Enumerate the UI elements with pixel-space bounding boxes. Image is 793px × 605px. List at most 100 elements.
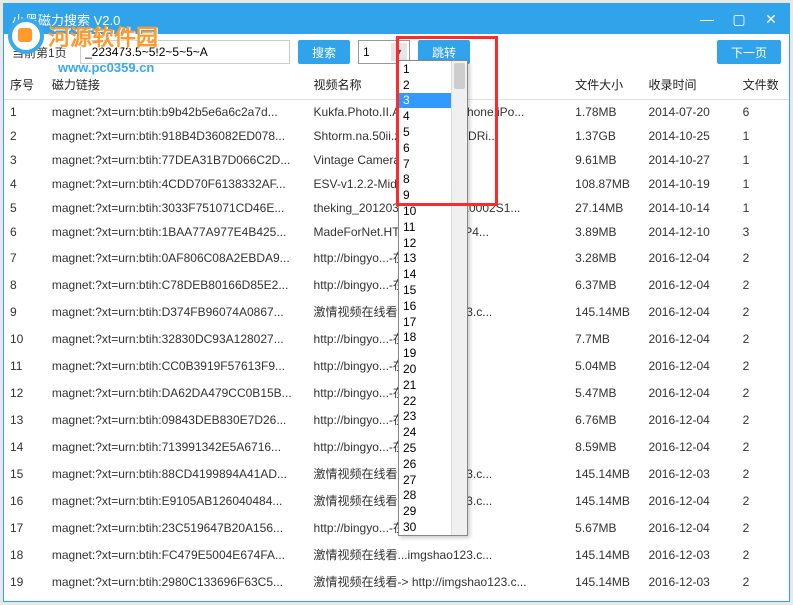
cell-date: 2016-12-04 xyxy=(642,244,736,271)
cell-magnet: magnet:?xt=urn:btih:A114F071DC751B08... xyxy=(46,595,308,601)
cell-magnet: magnet:?xt=urn:btih:918B4D36082ED078... xyxy=(46,124,308,148)
cell-magnet: magnet:?xt=urn:btih:DA62DA479CC0B15B... xyxy=(46,379,308,406)
cell-idx: 20 xyxy=(4,595,46,601)
table-row[interactable]: 20magnet:?xt=urn:btih:A114F071DC751B08..… xyxy=(4,595,789,601)
cell-date: 2016-12-04 xyxy=(642,298,736,325)
cell-size: 5.67MB xyxy=(569,514,642,541)
cell-date: 2016-12-04 xyxy=(642,514,736,541)
cell-files: 6 xyxy=(737,100,789,125)
cell-size: 7.7MB xyxy=(569,325,642,352)
cell-size: 753KB xyxy=(569,595,642,601)
cell-idx: 5 xyxy=(4,196,46,220)
cell-files: 2 xyxy=(737,298,789,325)
cell-magnet: magnet:?xt=urn:btih:FC479E5004E674FA... xyxy=(46,541,308,568)
col-header-date[interactable]: 收录时间 xyxy=(642,70,736,100)
next-page-button[interactable]: 下一页 xyxy=(717,40,781,64)
table-row[interactable]: 19magnet:?xt=urn:btih:2980C133696F63C5..… xyxy=(4,568,789,595)
table-row[interactable]: 8magnet:?xt=urn:btih:C78DEB80166D85E2...… xyxy=(4,271,789,298)
close-button[interactable]: ✕ xyxy=(761,9,781,29)
cell-idx: 19 xyxy=(4,568,46,595)
cell-idx: 13 xyxy=(4,406,46,433)
cell-size: 5.04MB xyxy=(569,352,642,379)
cell-size: 6.76MB xyxy=(569,406,642,433)
table-row[interactable]: 6magnet:?xt=urn:btih:1BAA77A977E4B425...… xyxy=(4,220,789,244)
results-table-wrap: 序号 磁力链接 视频名称 文件大小 收录时间 文件数 1magnet:?xt=u… xyxy=(4,70,789,601)
search-input[interactable] xyxy=(80,40,290,64)
toolbar: 当前第1页 搜索 1 ▾ 跳转 下一页 xyxy=(4,34,789,70)
cell-files: 2 xyxy=(737,352,789,379)
search-button[interactable]: 搜索 xyxy=(298,40,350,64)
page-info-label: 当前第1页 xyxy=(12,44,72,61)
cell-date: 2014-12-10 xyxy=(642,220,736,244)
cell-date: 2014-10-27 xyxy=(642,148,736,172)
col-header-size[interactable]: 文件大小 xyxy=(569,70,642,100)
cell-date: 2014-10-14 xyxy=(642,196,736,220)
cell-size: 8.59MB xyxy=(569,433,642,460)
cell-size: 145.14MB xyxy=(569,568,642,595)
table-row[interactable]: 2magnet:?xt=urn:btih:918B4D36082ED078...… xyxy=(4,124,789,148)
table-row[interactable]: 5magnet:?xt=urn:btih:3033F751071CD46E...… xyxy=(4,196,789,220)
table-row[interactable]: 1magnet:?xt=urn:btih:b9b42b5e6a6c2a7d...… xyxy=(4,100,789,125)
cell-files: 2 xyxy=(737,460,789,487)
table-row[interactable]: 14magnet:?xt=urn:btih:713991342E5A6716..… xyxy=(4,433,789,460)
cell-idx: 1 xyxy=(4,100,46,125)
cell-files: 1 xyxy=(737,196,789,220)
table-row[interactable]: 13magnet:?xt=urn:btih:09843DEB830E7D26..… xyxy=(4,406,789,433)
cell-files: 2 xyxy=(737,541,789,568)
cell-files: 2 xyxy=(737,271,789,298)
table-row[interactable]: 17magnet:?xt=urn:btih:23C519647B20A156..… xyxy=(4,514,789,541)
col-header-index[interactable]: 序号 xyxy=(4,70,46,100)
minimize-button[interactable]: — xyxy=(697,9,717,29)
col-header-magnet[interactable]: 磁力链接 xyxy=(46,70,308,100)
table-row[interactable]: 16magnet:?xt=urn:btih:E9105AB126040484..… xyxy=(4,487,789,514)
cell-date: 2016-12-04 xyxy=(642,325,736,352)
cell-files: 2 xyxy=(737,325,789,352)
table-row[interactable]: 11magnet:?xt=urn:btih:CC0B3919F57613F9..… xyxy=(4,352,789,379)
cell-date: 2014-10-25 xyxy=(642,124,736,148)
cell-name: CH4.Productions.Swap.N.Drop.v1.2.iPh... xyxy=(308,595,570,601)
table-row[interactable]: 10magnet:?xt=urn:btih:32830DC93A128027..… xyxy=(4,325,789,352)
cell-idx: 9 xyxy=(4,298,46,325)
cell-magnet: magnet:?xt=urn:btih:b9b42b5e6a6c2a7d... xyxy=(46,100,308,125)
cell-size: 3.89MB xyxy=(569,220,642,244)
page-select-dropdown[interactable]: 1234567891011121314151617181920212223242… xyxy=(398,60,468,536)
cell-idx: 15 xyxy=(4,460,46,487)
table-row[interactable]: 3magnet:?xt=urn:btih:77DEA31B7D066C2D...… xyxy=(4,148,789,172)
cell-magnet: magnet:?xt=urn:btih:4CDD70F6138332AF... xyxy=(46,172,308,196)
cell-date: 2016-12-04 xyxy=(642,271,736,298)
table-row[interactable]: 7magnet:?xt=urn:btih:0AF806C08A2EBDA9...… xyxy=(4,244,789,271)
table-row[interactable]: 4magnet:?xt=urn:btih:4CDD70F6138332AF...… xyxy=(4,172,789,196)
col-header-files[interactable]: 文件数 xyxy=(737,70,789,100)
cell-files: 1 xyxy=(737,124,789,148)
cell-magnet: magnet:?xt=urn:btih:C78DEB80166D85E2... xyxy=(46,271,308,298)
cell-files: 2 xyxy=(737,379,789,406)
cell-idx: 6 xyxy=(4,220,46,244)
table-row[interactable]: 9magnet:?xt=urn:btih:D374FB96074A0867...… xyxy=(4,298,789,325)
cell-magnet: magnet:?xt=urn:btih:0AF806C08A2EBDA9... xyxy=(46,244,308,271)
cell-magnet: magnet:?xt=urn:btih:1BAA77A977E4B425... xyxy=(46,220,308,244)
cell-size: 27.14MB xyxy=(569,196,642,220)
cell-idx: 3 xyxy=(4,148,46,172)
maximize-button[interactable]: ▢ xyxy=(729,9,749,29)
cell-magnet: magnet:?xt=urn:btih:32830DC93A128027... xyxy=(46,325,308,352)
table-row[interactable]: 12magnet:?xt=urn:btih:DA62DA479CC0B15B..… xyxy=(4,379,789,406)
cell-size: 1.78MB xyxy=(569,100,642,125)
cell-size: 108.87MB xyxy=(569,172,642,196)
cell-size: 145.14MB xyxy=(569,298,642,325)
cell-size: 5.47MB xyxy=(569,379,642,406)
cell-date: 2016-12-04 xyxy=(642,433,736,460)
cell-files: 2 xyxy=(737,487,789,514)
table-row[interactable]: 15magnet:?xt=urn:btih:88CD4199894A41AD..… xyxy=(4,460,789,487)
cell-magnet: magnet:?xt=urn:btih:E9105AB126040484... xyxy=(46,487,308,514)
cell-magnet: magnet:?xt=urn:btih:713991342E5A6716... xyxy=(46,433,308,460)
cell-idx: 18 xyxy=(4,541,46,568)
dropdown-scroll-thumb[interactable] xyxy=(454,63,465,89)
dropdown-scrollbar[interactable] xyxy=(451,61,467,535)
cell-magnet: magnet:?xt=urn:btih:2980C133696F63C5... xyxy=(46,568,308,595)
cell-idx: 16 xyxy=(4,487,46,514)
cell-files: 3 xyxy=(737,220,789,244)
cell-date: 2015-03-15 xyxy=(642,595,736,601)
cell-date: 2016-12-04 xyxy=(642,406,736,433)
cell-magnet: magnet:?xt=urn:btih:88CD4199894A41AD... xyxy=(46,460,308,487)
table-row[interactable]: 18magnet:?xt=urn:btih:FC479E5004E674FA..… xyxy=(4,541,789,568)
